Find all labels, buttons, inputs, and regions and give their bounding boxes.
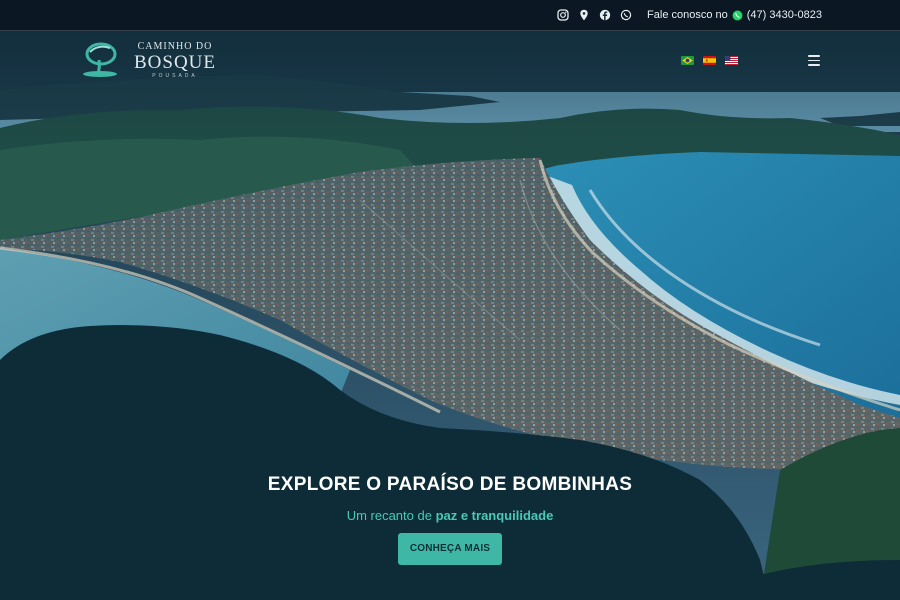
page: Fale conosco no (47) 3430-0823 CAMINHO D… [0, 0, 900, 600]
spain-flag-icon[interactable] [703, 56, 716, 65]
whatsapp-icon [732, 10, 743, 21]
logo-line-1: CAMINHO DO [137, 40, 213, 52]
facebook-icon[interactable] [599, 9, 611, 21]
language-switcher [681, 56, 738, 65]
top-bar: Fale conosco no (47) 3430-0823 [0, 0, 900, 31]
hamburger-menu-icon[interactable] [808, 55, 820, 66]
instagram-icon[interactable] [557, 9, 569, 21]
top-bar-links: Fale conosco no (47) 3430-0823 [557, 0, 822, 30]
logo-wordmark: CAMINHO DO BOSQUE POUSADA [134, 40, 217, 79]
hero-subtitle-highlight: paz e tranquilidade [435, 508, 554, 523]
logo[interactable]: CAMINHO DO BOSQUE POUSADA [80, 40, 216, 80]
hero-content: EXPLORE O PARAÍSO DE BOMBINHAS Um recant… [0, 474, 900, 565]
brazil-flag-icon[interactable] [681, 56, 694, 65]
tree-logo-icon [83, 42, 117, 77]
usa-flag-icon[interactable] [725, 56, 738, 65]
contact-info: Fale conosco no (47) 3430-0823 [647, 9, 822, 21]
hero-title: EXPLORE O PARAÍSO DE BOMBINHAS [267, 474, 633, 495]
logo-line-2: BOSQUE [134, 51, 217, 73]
phone-link[interactable]: (47) 3430-0823 [747, 9, 822, 21]
cta-button[interactable]: CONHEÇA MAIS [398, 533, 502, 565]
logo-line-3: POUSADA [152, 72, 198, 79]
hero-subtitle-prefix: Um recanto de [346, 508, 436, 523]
whatsapp-icon[interactable] [620, 9, 632, 21]
map-pin-icon[interactable] [578, 9, 590, 21]
contact-label: Fale conosco no [647, 9, 728, 21]
hero-subtitle: Um recanto de paz e tranquilidade [0, 508, 900, 523]
